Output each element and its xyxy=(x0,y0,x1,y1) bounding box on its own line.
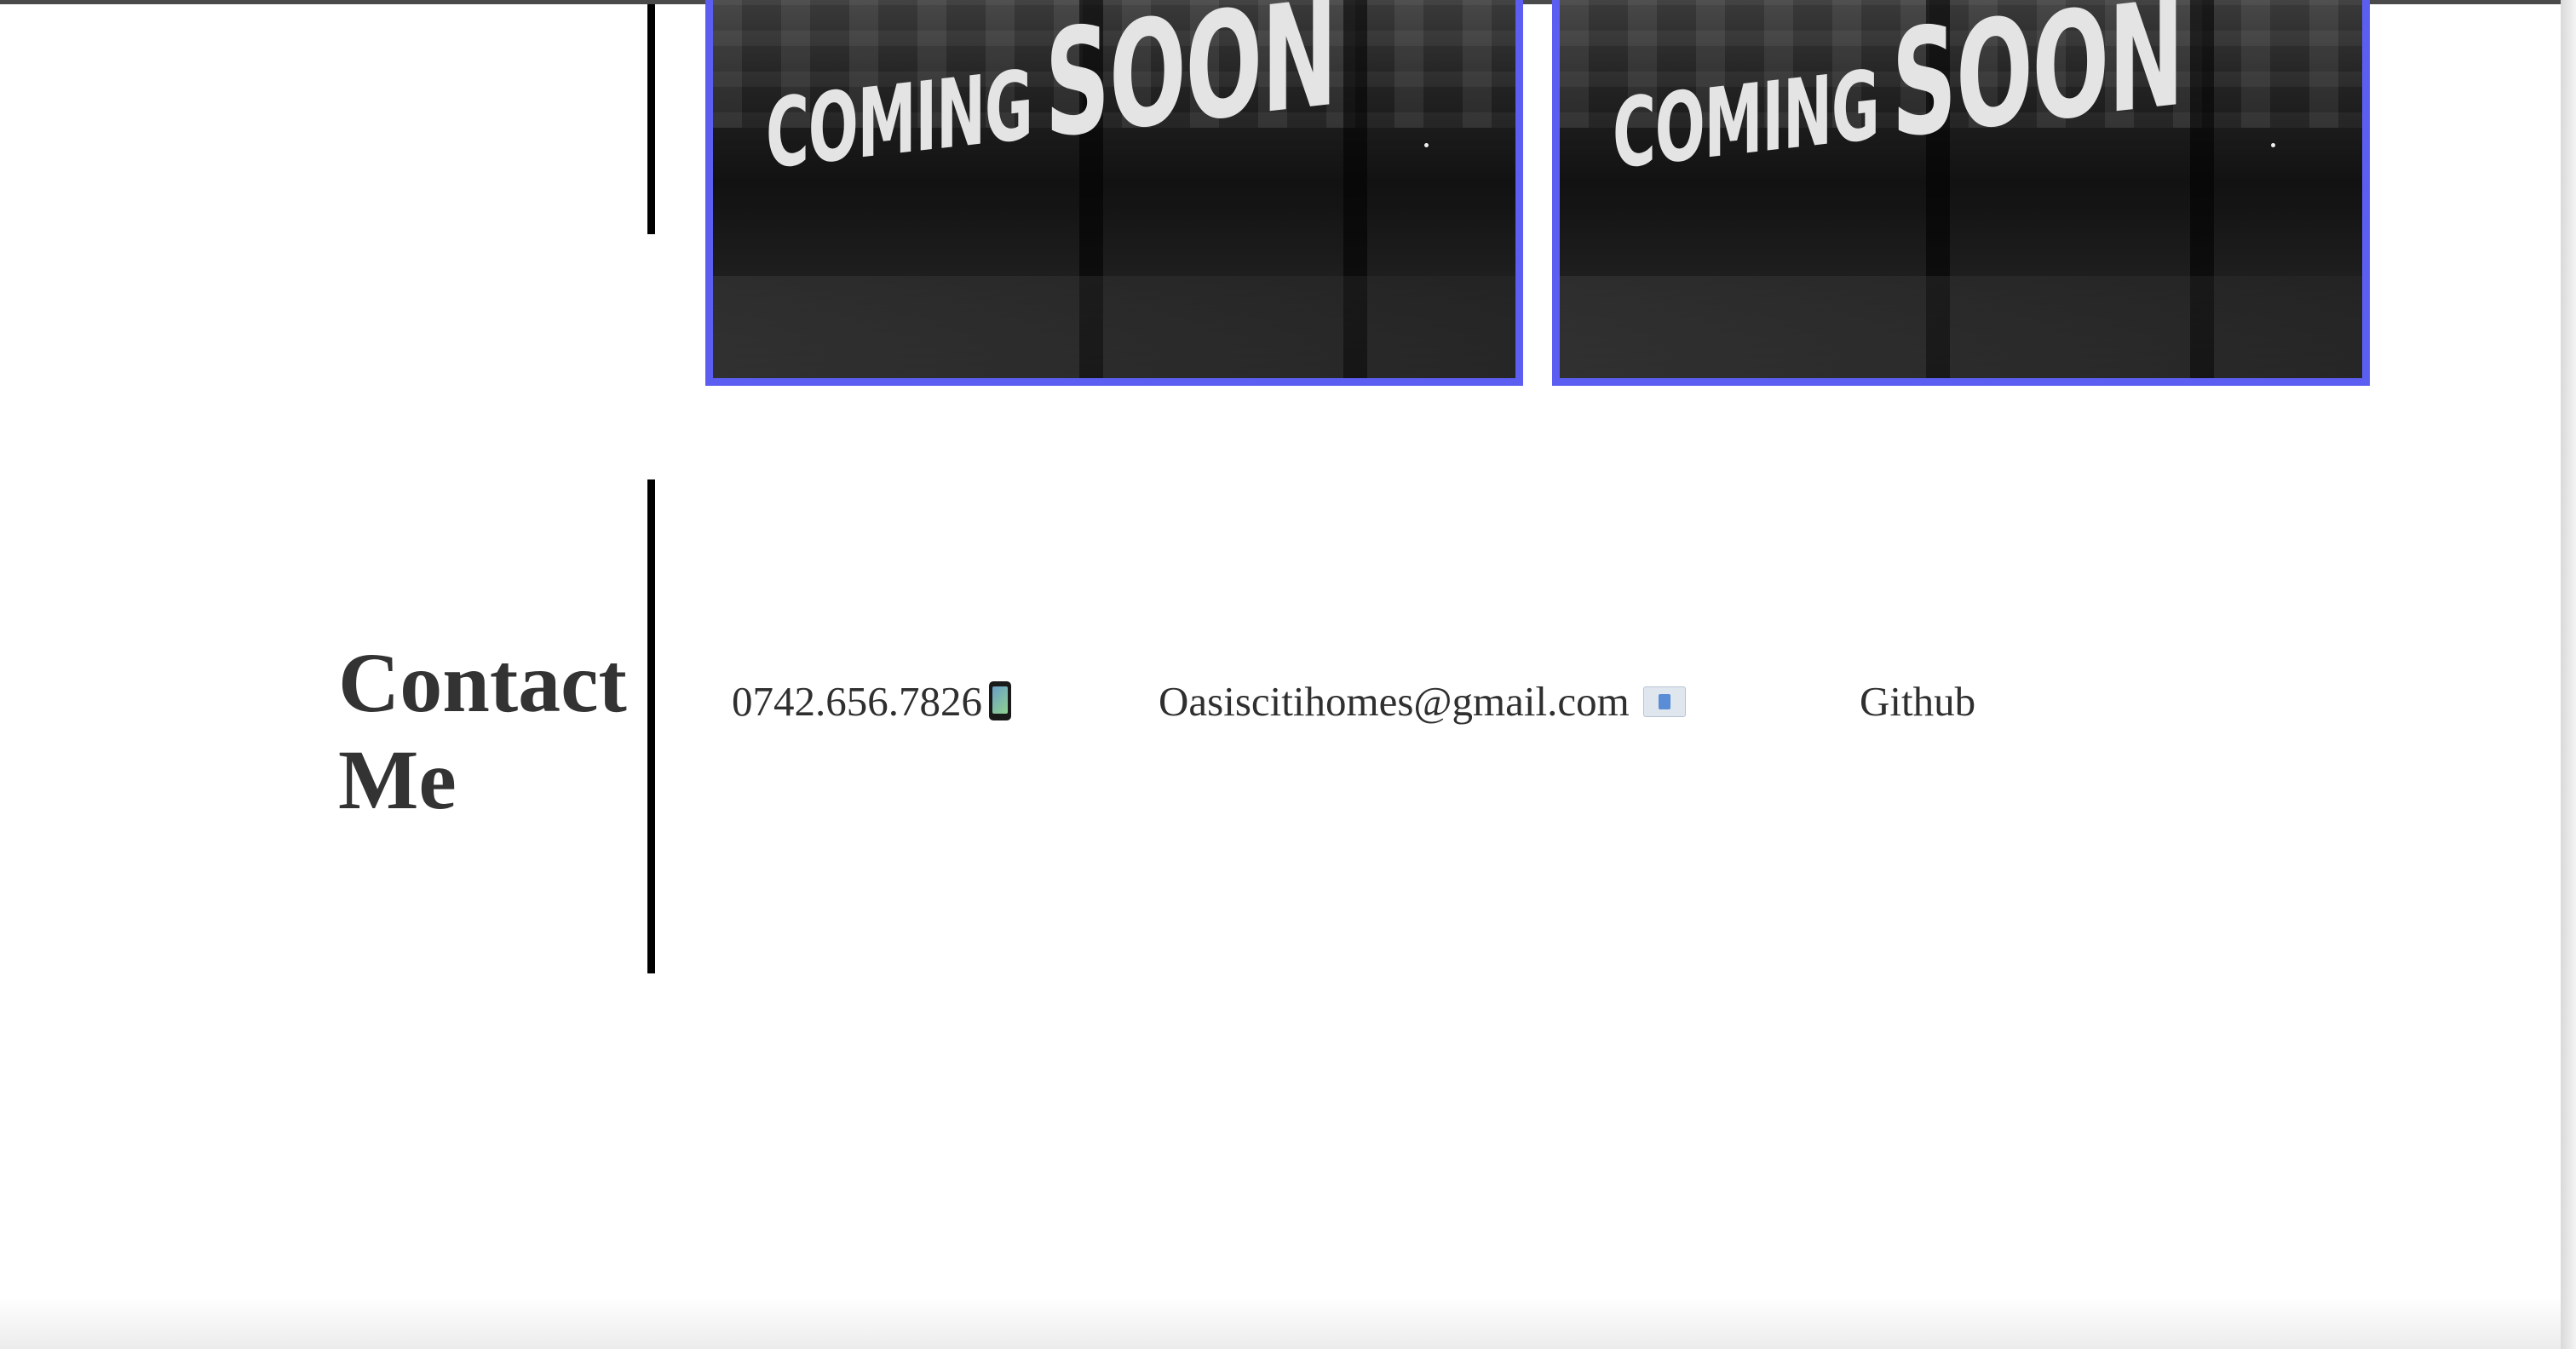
soon-text: SOON xyxy=(1044,0,1337,172)
project-card[interactable]: COMINGSOON xyxy=(705,0,1523,386)
github-label: Github xyxy=(1860,678,1976,725)
contact-heading-line1: Contact xyxy=(338,635,627,730)
github-link[interactable]: Github xyxy=(1860,671,1975,732)
coming-text: COMING xyxy=(766,49,1032,192)
coming-soon-image: COMINGSOON xyxy=(1560,0,2362,378)
section-divider xyxy=(647,4,655,234)
page-window: COMINGSOON COMINGSOON Contact Me 0742.65… xyxy=(0,0,2561,1349)
project-card[interactable]: COMINGSOON xyxy=(1552,0,2370,386)
window-bottom-shadow xyxy=(0,1298,2561,1349)
soon-text: SOON xyxy=(1891,0,2183,172)
section-divider xyxy=(647,479,655,973)
coming-soon-image: COMINGSOON xyxy=(713,0,1515,378)
email-address: Oasiscitihomes@gmail.com xyxy=(1159,678,1630,725)
envelope-icon xyxy=(1642,686,1686,717)
contact-heading: Contact Me xyxy=(338,634,636,829)
phone-link[interactable]: 0742.656.7826 xyxy=(732,671,1011,732)
mobile-phone-icon xyxy=(989,681,1011,720)
email-link[interactable]: Oasiscitihomes@gmail.com xyxy=(1159,671,1686,732)
phone-number: 0742.656.7826 xyxy=(732,678,982,725)
coming-text: COMING xyxy=(1613,49,1879,192)
contact-heading-line2: Me xyxy=(338,732,457,827)
window-right-edge xyxy=(2561,0,2576,1349)
